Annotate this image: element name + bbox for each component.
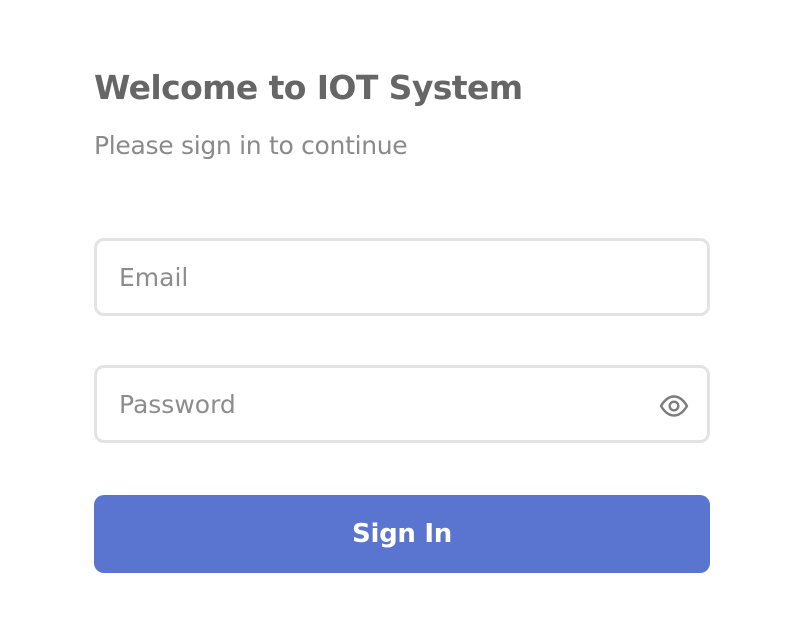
page-subtitle: Please sign in to continue: [94, 131, 408, 160]
email-field[interactable]: [97, 241, 707, 313]
password-field-container: [94, 365, 710, 443]
password-field[interactable]: [97, 368, 707, 440]
login-page: Welcome to IOT System Please sign in to …: [0, 0, 808, 638]
sign-in-button[interactable]: Sign In: [94, 495, 710, 573]
email-field-container: [94, 238, 710, 316]
eye-icon: [659, 395, 689, 417]
page-title: Welcome to IOT System: [94, 68, 523, 107]
show-password-toggle[interactable]: [659, 391, 689, 421]
